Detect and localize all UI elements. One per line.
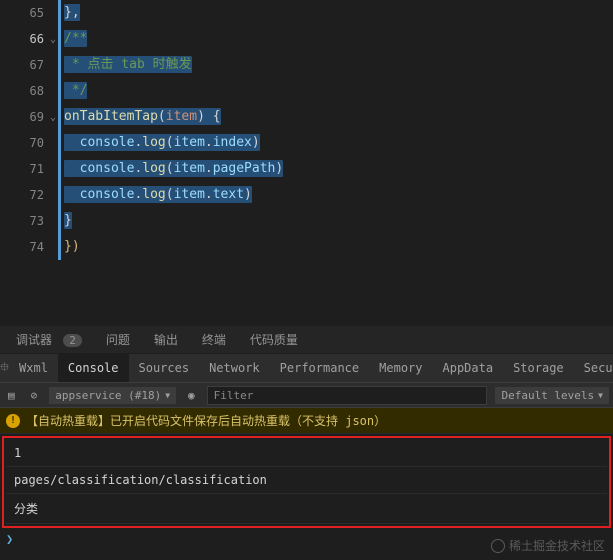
panel-tabs: 调试器 2 问题 输出 终端 代码质量 [0,326,613,354]
devtab-network[interactable]: Network [199,354,270,382]
code-line[interactable]: /** [64,26,613,52]
line-number: 66 [0,26,44,52]
logo-icon [491,539,505,553]
line-number: 71 [0,156,44,182]
indent-guide [58,0,61,260]
warning-text: 【自动热重载】已开启代码文件保存后自动热重载（不支持 json） [26,412,386,429]
code-line[interactable]: */ [64,78,613,104]
tab-debugger[interactable]: 调试器 2 [4,326,94,354]
badge-count: 2 [63,334,82,347]
devtab-storage[interactable]: Storage [503,354,574,382]
code-line[interactable]: * 点击 tab 时触发 [64,52,613,78]
filter-input[interactable]: Filter [207,386,488,405]
code-line[interactable]: }, [64,0,613,26]
inspect-icon[interactable]: ⯐ [0,358,9,379]
line-number: 65 [0,0,44,26]
console-row[interactable]: pages/classification/classification [6,467,607,494]
line-number: 73 [0,208,44,234]
tab-terminal[interactable]: 终端 [190,326,238,354]
highlighted-output: 1 pages/classification/classification 分类 [2,436,611,528]
context-select[interactable]: appservice (#18)▼ [49,387,176,404]
tab-problems[interactable]: 问题 [94,326,142,354]
devtab-console[interactable]: Console [58,354,129,382]
code-line[interactable]: console.log(item.text) [64,182,613,208]
console-toolbar: ▤ ⊘ appservice (#18)▼ ◉ Filter Default l… [0,382,613,408]
devtab-wxml[interactable]: Wxml [9,354,58,382]
code-line[interactable]: console.log(item.pagePath) [64,156,613,182]
devtab-sources[interactable]: Sources [129,354,200,382]
line-gutter: 6566 ⌄ 676869 ⌄ 7071727374 [0,0,58,326]
sidebar-toggle-icon[interactable]: ▤ [0,389,23,402]
code-line[interactable]: onTabItemTap(item) { [64,104,613,130]
devtab-appdata[interactable]: AppData [433,354,504,382]
console-row[interactable]: 1 [6,440,607,467]
fold-icon[interactable]: ⌄ [50,34,56,45]
tab-quality[interactable]: 代码质量 [238,326,310,354]
line-number: 68 [0,78,44,104]
eye-icon[interactable]: ◉ [180,389,203,402]
levels-select[interactable]: Default levels▼ [495,387,609,404]
devtab-performance[interactable]: Performance [270,354,369,382]
tab-output[interactable]: 输出 [142,326,190,354]
console-output: ! 【自动热重载】已开启代码文件保存后自动热重载（不支持 json） 1 pag… [0,408,613,548]
code-line[interactable]: } [64,208,613,234]
devtab-secu[interactable]: Secu [574,354,613,382]
clear-icon[interactable]: ⊘ [23,389,46,402]
chevron-down-icon: ▼ [165,391,170,400]
line-number: 67 [0,52,44,78]
line-number: 70 [0,130,44,156]
watermark: 稀土掘金技术社区 [491,537,605,554]
console-warning[interactable]: ! 【自动热重载】已开启代码文件保存后自动热重载（不支持 json） [0,408,613,434]
code-line[interactable]: }) [64,234,613,260]
console-row[interactable]: 分类 [6,494,607,524]
devtools-tabs: ⯐ WxmlConsoleSourcesNetworkPerformanceMe… [0,354,613,382]
devtab-memory[interactable]: Memory [369,354,432,382]
code-line[interactable]: console.log(item.index) [64,130,613,156]
warning-icon: ! [6,414,20,428]
chevron-down-icon: ▼ [598,391,603,400]
code-area[interactable]: },/** * 点击 tab 时触发 */onTabItemTap(item) … [58,0,613,326]
line-number: 69 [0,104,44,130]
line-number: 74 [0,234,44,260]
fold-icon[interactable]: ⌄ [50,112,56,123]
line-number: 72 [0,182,44,208]
code-editor[interactable]: 6566 ⌄ 676869 ⌄ 7071727374 },/** * 点击 tab 时触… [0,0,613,326]
